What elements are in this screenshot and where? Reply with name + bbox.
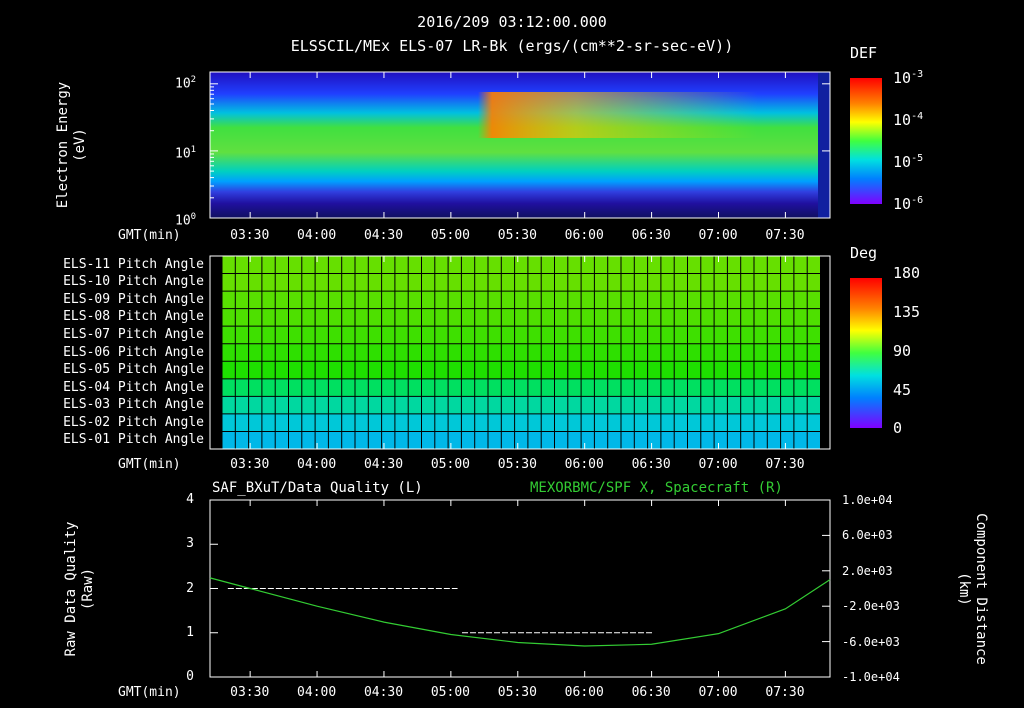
x-tick-label: 07:30: [765, 685, 805, 700]
x-tick-label: 07:00: [698, 685, 738, 700]
left-y-tick-label: 2: [186, 580, 194, 596]
left-y-tick-label: 3: [186, 536, 194, 552]
x-tick-label: 04:00: [297, 685, 337, 700]
panel3-ylabel-left-line2: (Raw): [80, 567, 96, 611]
left-y-tick-label: 0: [186, 669, 194, 684]
panel3-ylabel-left: Raw Data Quality (Raw): [63, 509, 97, 669]
right-y-tick-label: -6.0e+03: [842, 634, 900, 649]
x-tick-label: 05:00: [430, 685, 470, 700]
panel3-ylabel-right: Component Distance (km): [955, 504, 989, 674]
panel3-ylabel-right-line1: Component Distance: [973, 513, 989, 665]
x-tick-label: 05:30: [497, 685, 537, 700]
x-tick-label: 03:30: [230, 685, 270, 700]
right-y-tick-label: 2.0e+03: [842, 563, 893, 578]
x-tick-label: 04:30: [363, 685, 404, 700]
left-y-tick-label: 1: [186, 624, 194, 640]
right-y-tick-label: 1.0e+04: [842, 493, 893, 507]
data-quality-series: [227, 588, 822, 678]
x-tick-label: 06:30: [631, 685, 671, 700]
right-y-tick-label: -1.0e+04: [842, 670, 900, 684]
x-tick-label: 06:00: [564, 685, 604, 700]
panel3-ylabel-left-line1: Raw Data Quality: [63, 521, 79, 657]
right-y-tick-label: -2.0e+03: [842, 599, 900, 614]
left-y-tick-label: 4: [186, 492, 194, 507]
panel3-ylabel-right-line2: (km): [956, 572, 972, 606]
right-y-tick-label: 6.0e+03: [842, 528, 893, 543]
panel3-xlabel: GMT(min): [118, 685, 181, 700]
